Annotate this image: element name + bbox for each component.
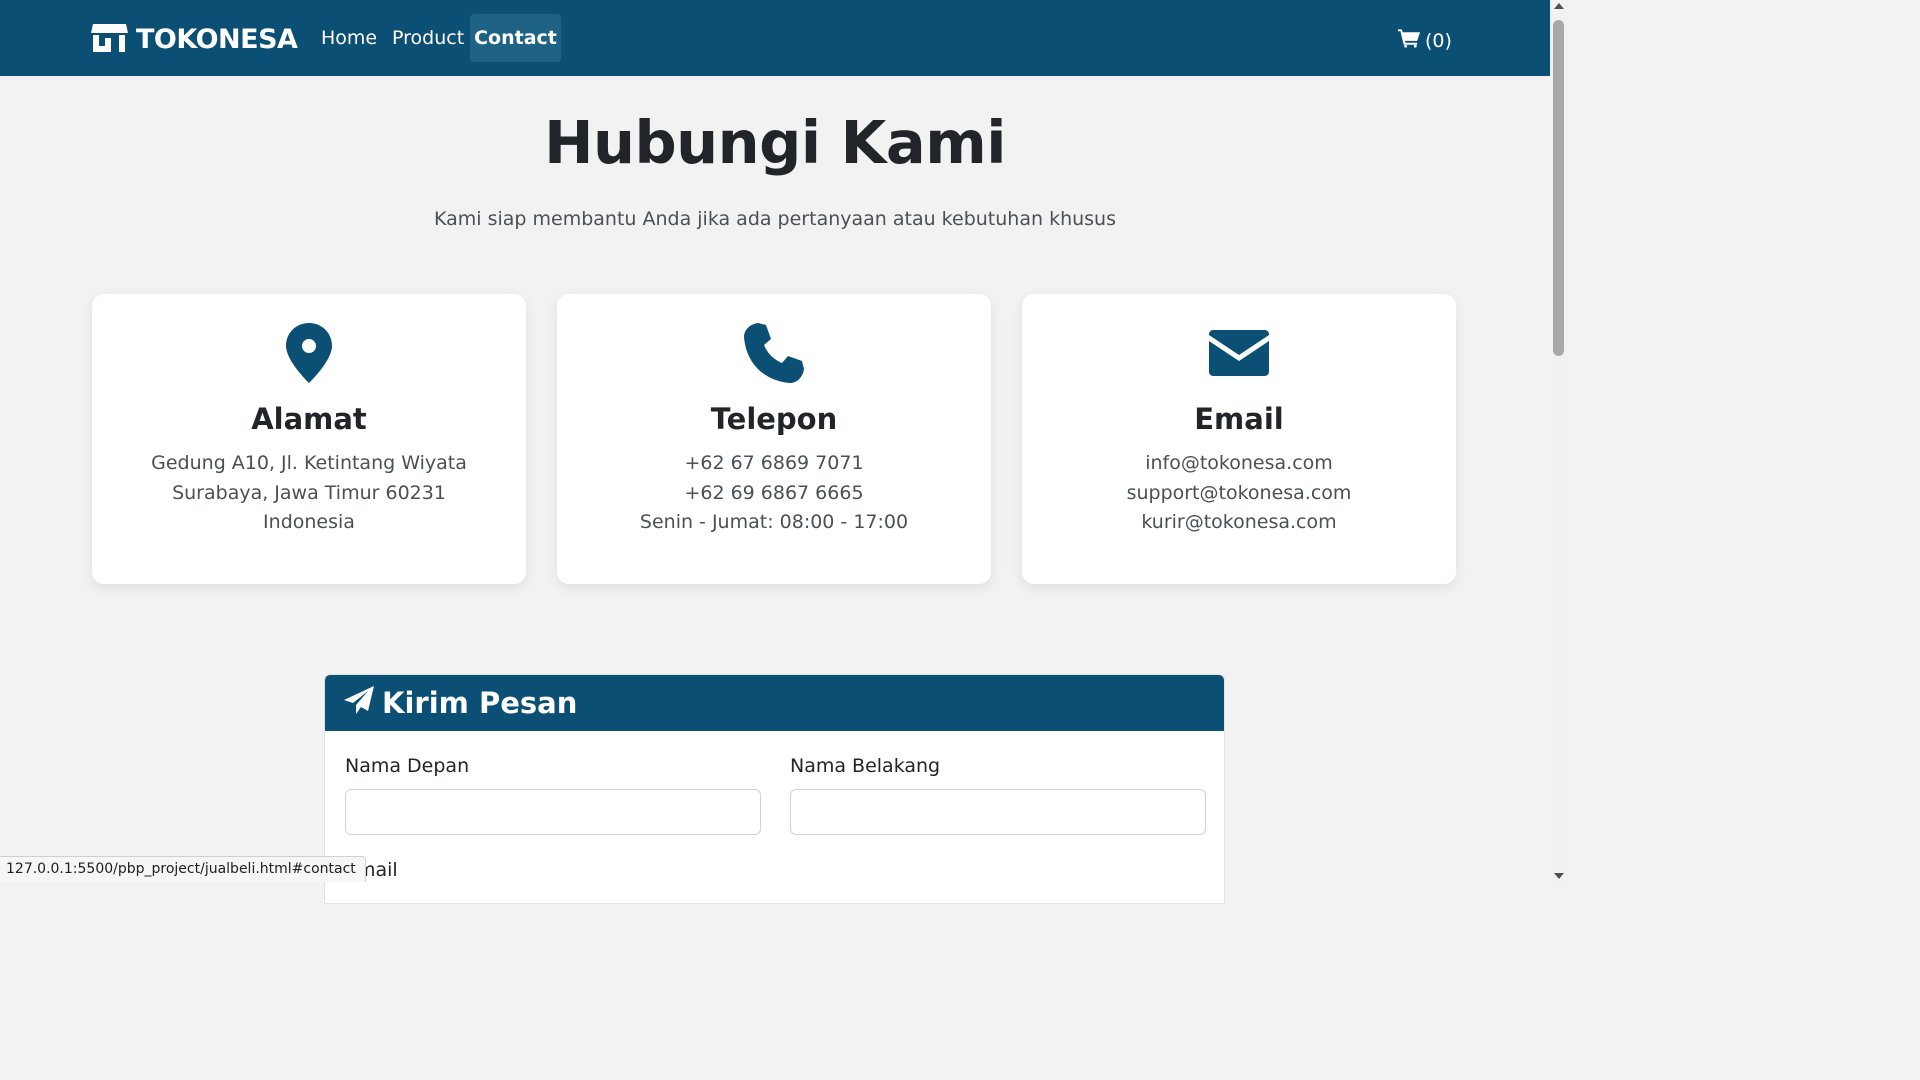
contact-form: Kirim Pesan Nama Depan Nama Belakang Ema… bbox=[324, 674, 1225, 904]
link-status-bar: 127.0.0.1:5500/pbp_project/jualbeli.html… bbox=[0, 856, 366, 882]
email-line: info@tokonesa.com bbox=[1145, 452, 1333, 474]
first-name-input[interactable] bbox=[345, 789, 761, 835]
scrollbar-thumb[interactable] bbox=[1553, 20, 1564, 356]
address-line: Gedung A10, Jl. Ketintang Wiyata bbox=[151, 452, 467, 474]
first-name-label: Nama Depan bbox=[345, 755, 470, 777]
navbar: TOKONESA Home Product Contact (0) bbox=[0, 0, 1550, 76]
nav-link-product[interactable]: Product bbox=[382, 14, 474, 62]
email-card: Email info@tokonesa.com support@tokonesa… bbox=[1022, 294, 1456, 584]
map-pin-icon bbox=[92, 322, 526, 384]
scroll-up-arrow-icon[interactable] bbox=[1554, 3, 1564, 9]
phone-line: Senin - Jumat: 08:00 - 17:00 bbox=[639, 511, 909, 533]
brand-name: TOKONESA bbox=[136, 24, 298, 55]
envelope-icon bbox=[1022, 322, 1456, 384]
page-title: Hubungi Kami bbox=[544, 108, 1006, 177]
last-name-input[interactable] bbox=[790, 789, 1206, 835]
address-card-lines: Gedung A10, Jl. Ketintang Wiyata Surabay… bbox=[92, 449, 526, 538]
form-title: Kirim Pesan bbox=[382, 686, 578, 720]
phone-line: +62 69 6867 6665 bbox=[684, 481, 864, 504]
email-card-lines: info@tokonesa.com support@tokonesa.com k… bbox=[1022, 449, 1456, 538]
email-card-title: Email bbox=[1194, 402, 1284, 436]
page-subtitle: Kami siap membantu Anda jika ada pertany… bbox=[433, 208, 1116, 230]
page-scrollbar[interactable] bbox=[1550, 0, 1568, 882]
phone-card: Telepon +62 67 6869 7071 +62 69 6867 666… bbox=[557, 294, 991, 584]
email-line: kurir@tokonesa.com bbox=[1141, 511, 1337, 533]
address-card: Alamat Gedung A10, Jl. Ketintang Wiyata … bbox=[92, 294, 526, 584]
store-icon bbox=[91, 22, 128, 58]
cart-button[interactable]: (0) bbox=[1398, 28, 1452, 53]
scroll-down-arrow-icon[interactable] bbox=[1554, 873, 1564, 879]
nav-link-contact[interactable]: Contact bbox=[470, 14, 561, 62]
phone-card-title: Telepon bbox=[710, 402, 838, 436]
address-card-title: Alamat bbox=[251, 402, 367, 436]
nav-link-home[interactable]: Home bbox=[311, 14, 387, 62]
phone-line: +62 67 6869 7071 bbox=[684, 452, 864, 474]
address-line: Surabaya, Jawa Timur 60231 bbox=[172, 481, 446, 504]
cart-count: (0) bbox=[1425, 29, 1452, 52]
brand-logo-link[interactable]: TOKONESA bbox=[91, 22, 298, 58]
paper-plane-icon bbox=[344, 686, 382, 720]
shopping-cart-icon bbox=[1398, 28, 1425, 53]
form-header: Kirim Pesan bbox=[325, 675, 1224, 731]
phone-card-lines: +62 67 6869 7071 +62 69 6867 6665 Senin … bbox=[557, 449, 991, 538]
last-name-label: Nama Belakang bbox=[790, 755, 941, 777]
address-line: Indonesia bbox=[263, 511, 355, 533]
email-line: support@tokonesa.com bbox=[1126, 481, 1352, 504]
phone-icon bbox=[557, 322, 991, 384]
